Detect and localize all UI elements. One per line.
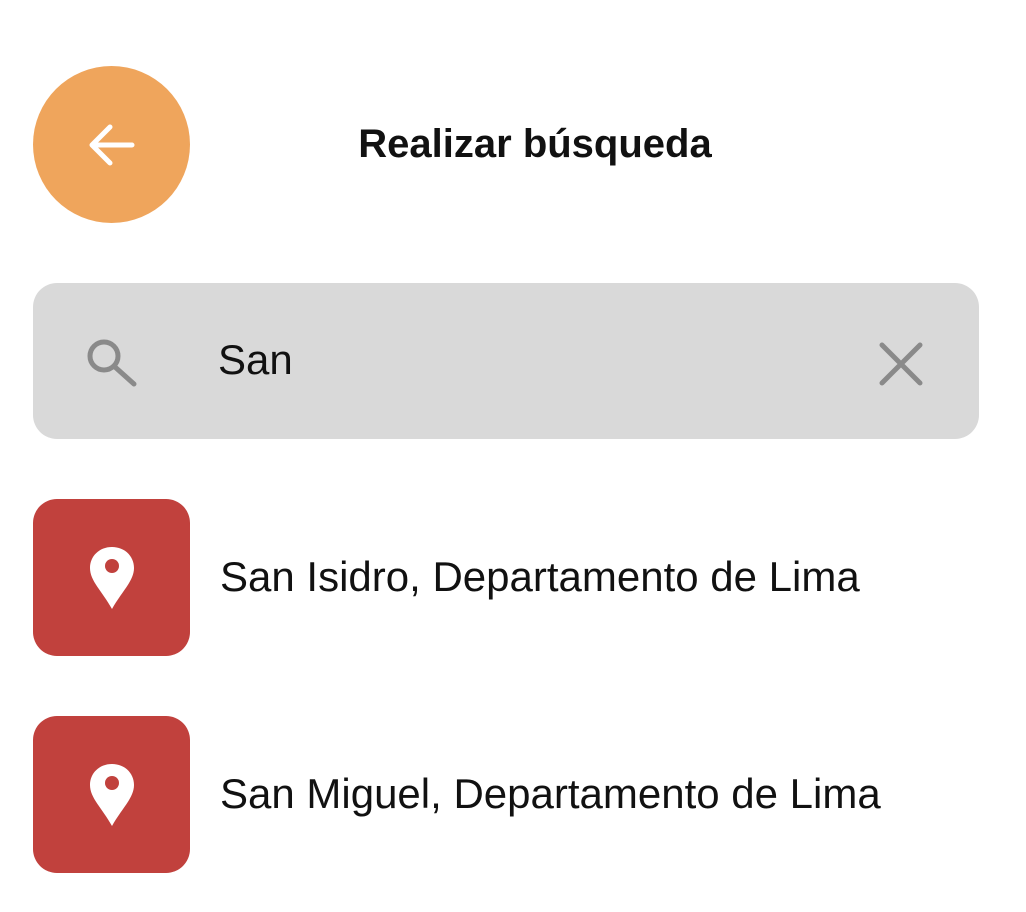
map-pin-icon: [89, 546, 134, 609]
map-pin-icon: [89, 763, 134, 826]
back-button[interactable]: [33, 66, 190, 223]
clear-search-button[interactable]: [870, 333, 932, 395]
arrow-left-icon: [89, 124, 134, 165]
search-input[interactable]: [218, 330, 818, 390]
result-icon-box: [33, 499, 190, 656]
close-icon: [879, 342, 923, 386]
search-screen: Realizar búsqueda San Isidro, Departamen…: [0, 0, 1026, 912]
result-icon-box: [33, 716, 190, 873]
list-item[interactable]: San Isidro, Departamento de Lima: [33, 499, 993, 656]
list-item[interactable]: San Miguel, Departamento de Lima: [33, 716, 993, 873]
page-title: Realizar búsqueda: [358, 122, 712, 166]
result-label: San Miguel, Departamento de Lima: [220, 770, 881, 817]
search-icon: [84, 336, 140, 388]
result-label: San Isidro, Departamento de Lima: [220, 553, 860, 600]
